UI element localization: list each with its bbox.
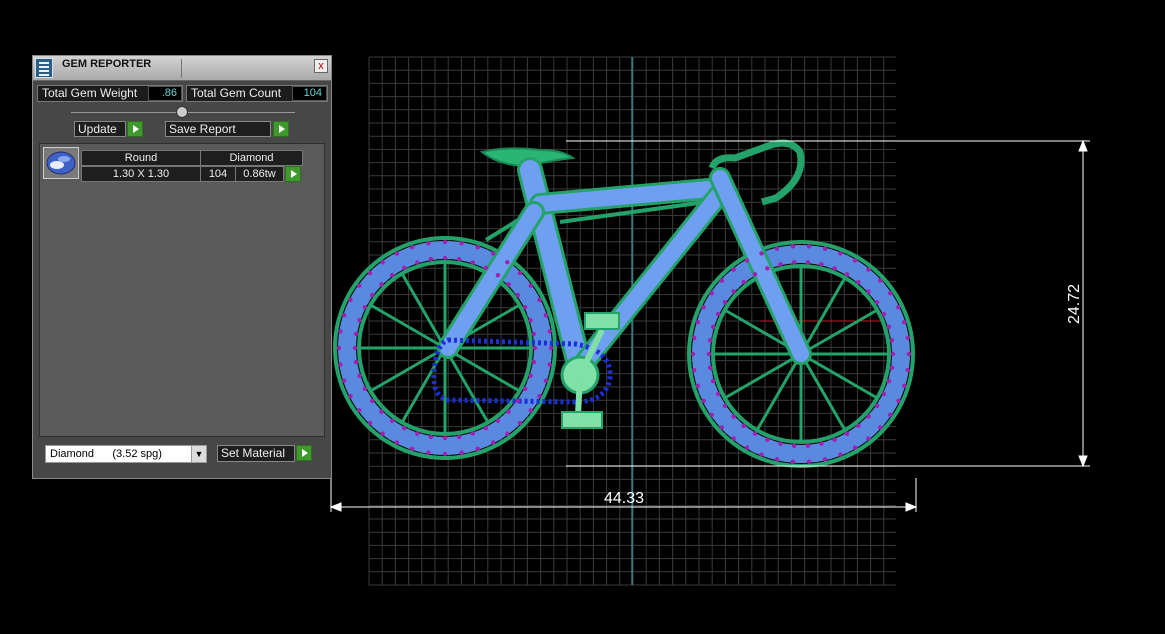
- gem-count-cell: 104: [200, 166, 236, 182]
- splitter-handle[interactable]: [176, 106, 188, 118]
- play-arrow-icon[interactable]: [127, 121, 143, 137]
- height-dimension-label: 24.72: [1066, 284, 1083, 324]
- play-arrow-icon[interactable]: [285, 166, 301, 182]
- width-dimension-label: 44.33: [604, 490, 644, 507]
- gem-size-cell: 1.30 X 1.30: [81, 166, 201, 182]
- pedal-top: [584, 312, 620, 330]
- close-icon[interactable]: x: [314, 59, 328, 73]
- gem-material-cell: Diamond: [200, 150, 303, 166]
- gem-weight-cell: 0.86tw: [235, 166, 284, 182]
- panel-titlebar[interactable]: GEM REPORTER x: [33, 56, 331, 81]
- play-arrow-icon[interactable]: [273, 121, 289, 137]
- set-material-button[interactable]: Set Material: [217, 445, 295, 462]
- gem-list: Round Diamond 1.30 X 1.30 104 0.86tw: [39, 143, 325, 437]
- panel-title: GEM REPORTER: [62, 58, 152, 70]
- total-gem-count-value: 104: [292, 86, 327, 101]
- gem-reporter-icon: [35, 58, 53, 78]
- pedal-bottom: [561, 411, 603, 429]
- material-select-value: Diamond (3.52 spg): [50, 448, 162, 460]
- play-arrow-icon[interactable]: [296, 445, 312, 461]
- update-button[interactable]: Update: [74, 121, 126, 137]
- round-gem-icon[interactable]: [43, 147, 79, 179]
- gem-shape-cell: Round: [81, 150, 201, 166]
- save-report-button[interactable]: Save Report: [165, 121, 271, 137]
- total-gem-weight-value: .86: [148, 86, 182, 101]
- titlebar-divider: [181, 59, 182, 78]
- chevron-down-icon[interactable]: ▼: [191, 446, 206, 462]
- gem-reporter-panel: GEM REPORTER x Total Gem Weight .86 Tota…: [32, 55, 332, 479]
- material-select[interactable]: Diamond (3.52 spg) ▼: [45, 445, 207, 463]
